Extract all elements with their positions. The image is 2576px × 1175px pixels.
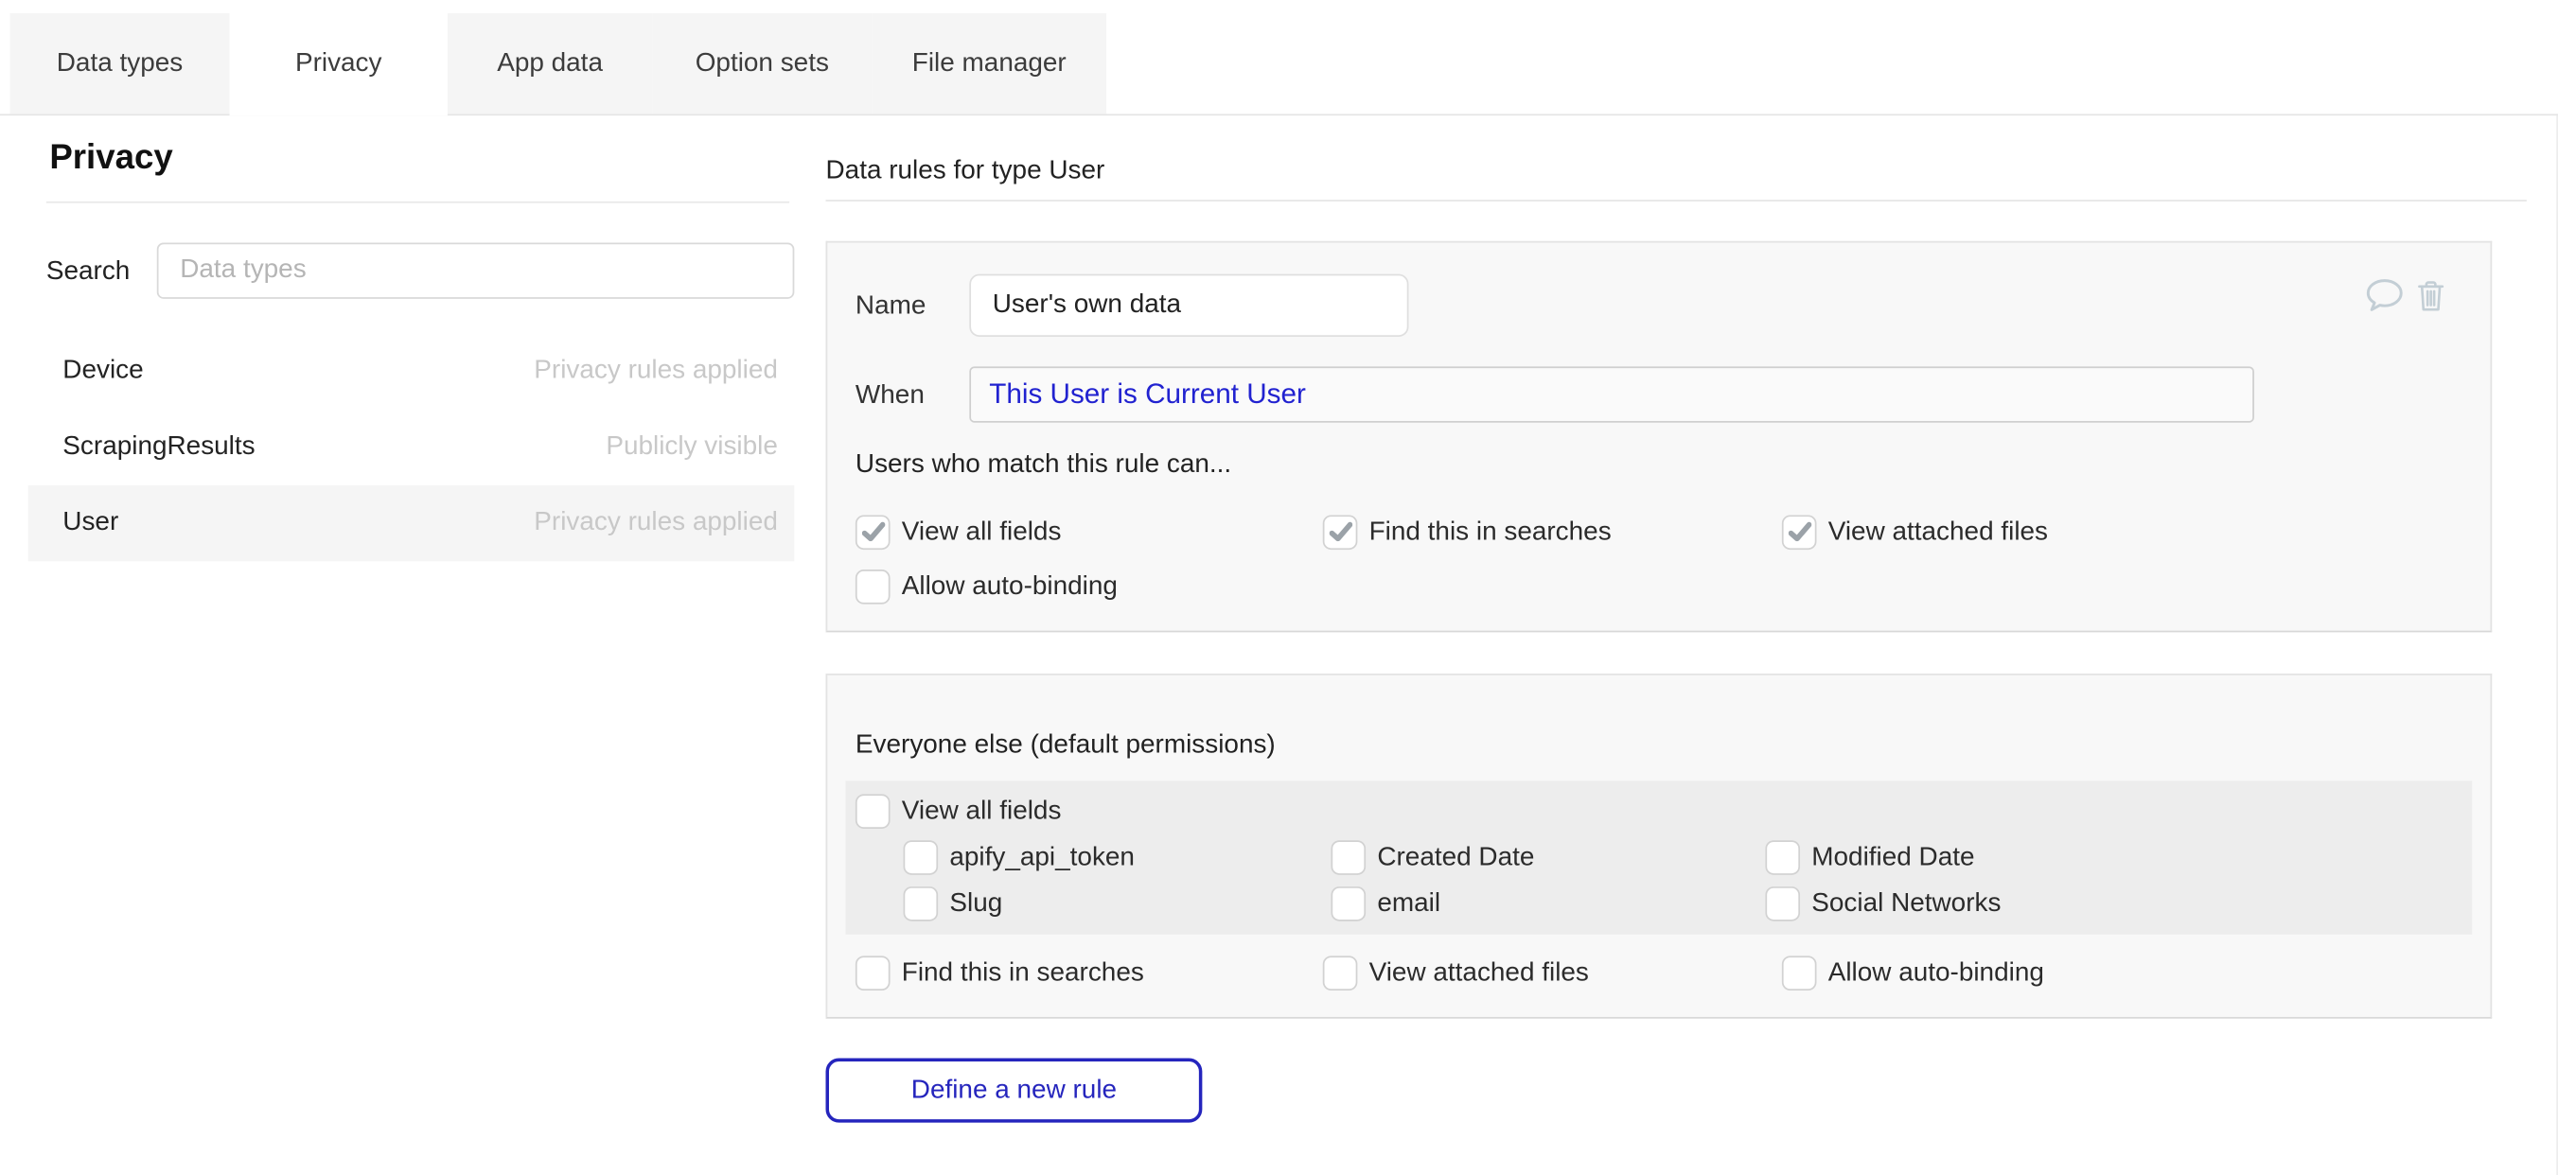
tab-file-manager[interactable]: File manager [872,13,1106,114]
rule-card: Name When This User is Current User User… [826,241,2493,633]
tab-bar: Data types Privacy App data Option sets … [9,13,1106,114]
checkbox-field-social-networks[interactable]: Social Networks [1765,886,2001,921]
checkbox-label: Created Date [1377,843,1534,872]
define-new-rule-button[interactable]: Define a new rule [826,1059,1203,1123]
rule-name-input[interactable] [969,274,1408,337]
checkbox-field-slug[interactable]: Slug [904,886,1003,921]
default-permissions-title: Everyone else (default permissions) [856,731,1276,761]
checkbox-box[interactable] [1323,515,1358,550]
checkbox-box[interactable] [1782,515,1817,550]
checkbox-label: View attached files [1828,517,2048,547]
tab-data-types[interactable]: Data types [9,13,229,114]
name-label: Name [856,292,926,322]
checkbox-label: Allow auto-binding [902,572,1118,602]
page-right-divider [2556,114,2558,1175]
status-badge: Privacy rules applied [534,508,778,537]
tab-app-data[interactable]: App data [448,13,652,114]
tab-privacy[interactable]: Privacy [230,13,448,115]
data-type-name: User [62,508,534,537]
checkbox-label: View all fields [902,517,1062,547]
main-divider [826,200,2527,202]
checkbox-label: Allow auto-binding [1828,958,2044,988]
checkbox-box[interactable] [856,570,891,605]
data-rules-heading: Data rules for type User [826,157,1105,186]
checkbox-label: Modified Date [1811,843,1974,872]
checkbox-box[interactable] [1331,886,1366,921]
checkbox-box[interactable] [1765,840,1800,875]
checkbox-box[interactable] [1765,886,1800,921]
list-item-device[interactable]: Device Privacy rules applied [28,333,795,409]
checkbox-view-attached-files[interactable]: View attached files [1782,515,2048,550]
checkbox-find-in-searches-default[interactable]: Find this in searches [856,956,1144,991]
list-item-user[interactable]: User Privacy rules applied [28,485,795,561]
status-badge: Privacy rules applied [534,357,778,386]
checkbox-field-apify-api-token[interactable]: apify_api_token [904,840,1135,875]
checkbox-view-all-fields-default[interactable]: View all fields [856,794,1061,829]
checkbox-label: View attached files [1369,958,1589,988]
checkbox-box[interactable] [904,840,939,875]
checkbox-box[interactable] [1323,956,1358,991]
checkbox-view-all-fields[interactable]: View all fields [856,515,1061,550]
checkbox-box[interactable] [904,886,939,921]
checkbox-allow-auto-binding[interactable]: Allow auto-binding [856,570,1118,605]
checkbox-field-email[interactable]: email [1331,886,1440,921]
data-type-list: Device Privacy rules applied ScrapingRes… [28,333,795,561]
when-condition-value: This User is Current User [989,378,1306,412]
checkbox-box[interactable] [1331,840,1366,875]
checkbox-box[interactable] [1782,956,1817,991]
checkbox-label: Find this in searches [902,958,1144,988]
checkbox-label: email [1377,889,1440,919]
checkbox-field-modified-date[interactable]: Modified Date [1765,840,1974,875]
privacy-settings-page: Data types Privacy App data Option sets … [0,0,2576,1175]
checkbox-allow-auto-binding-default[interactable]: Allow auto-binding [1782,956,2044,991]
checkbox-field-created-date[interactable]: Created Date [1331,840,1534,875]
checkbox-box[interactable] [856,956,891,991]
page-title: Privacy [49,139,172,179]
data-type-name: ScrapingResults [62,432,606,462]
list-item-scrapingresults[interactable]: ScrapingResults Publicly visible [28,410,795,485]
checkbox-box[interactable] [856,794,891,829]
checkbox-view-attached-files-default[interactable]: View attached files [1323,956,1589,991]
checkbox-label: View all fields [902,797,1062,826]
checkbox-label: Slug [949,889,1002,919]
search-label: Search [46,257,130,287]
data-type-name: Device [62,357,534,386]
sidebar-divider [46,202,789,203]
checkbox-label: apify_api_token [949,843,1135,872]
checkbox-label: Social Networks [1811,889,2001,919]
when-label: When [856,381,925,411]
when-condition-input[interactable]: This User is Current User [969,366,2254,422]
tab-option-sets[interactable]: Option sets [652,13,872,114]
comment-icon[interactable] [2367,279,2403,312]
default-permissions-card: Everyone else (default permissions) View… [826,674,2493,1019]
checkbox-label: Find this in searches [1369,517,1612,547]
permissions-intro: Users who match this rule can... [856,450,1231,480]
trash-icon[interactable] [2418,281,2444,312]
checkbox-find-in-searches[interactable]: Find this in searches [1323,515,1612,550]
checkbox-box[interactable] [856,515,891,550]
status-badge: Publicly visible [606,432,778,462]
search-input[interactable] [157,243,795,299]
